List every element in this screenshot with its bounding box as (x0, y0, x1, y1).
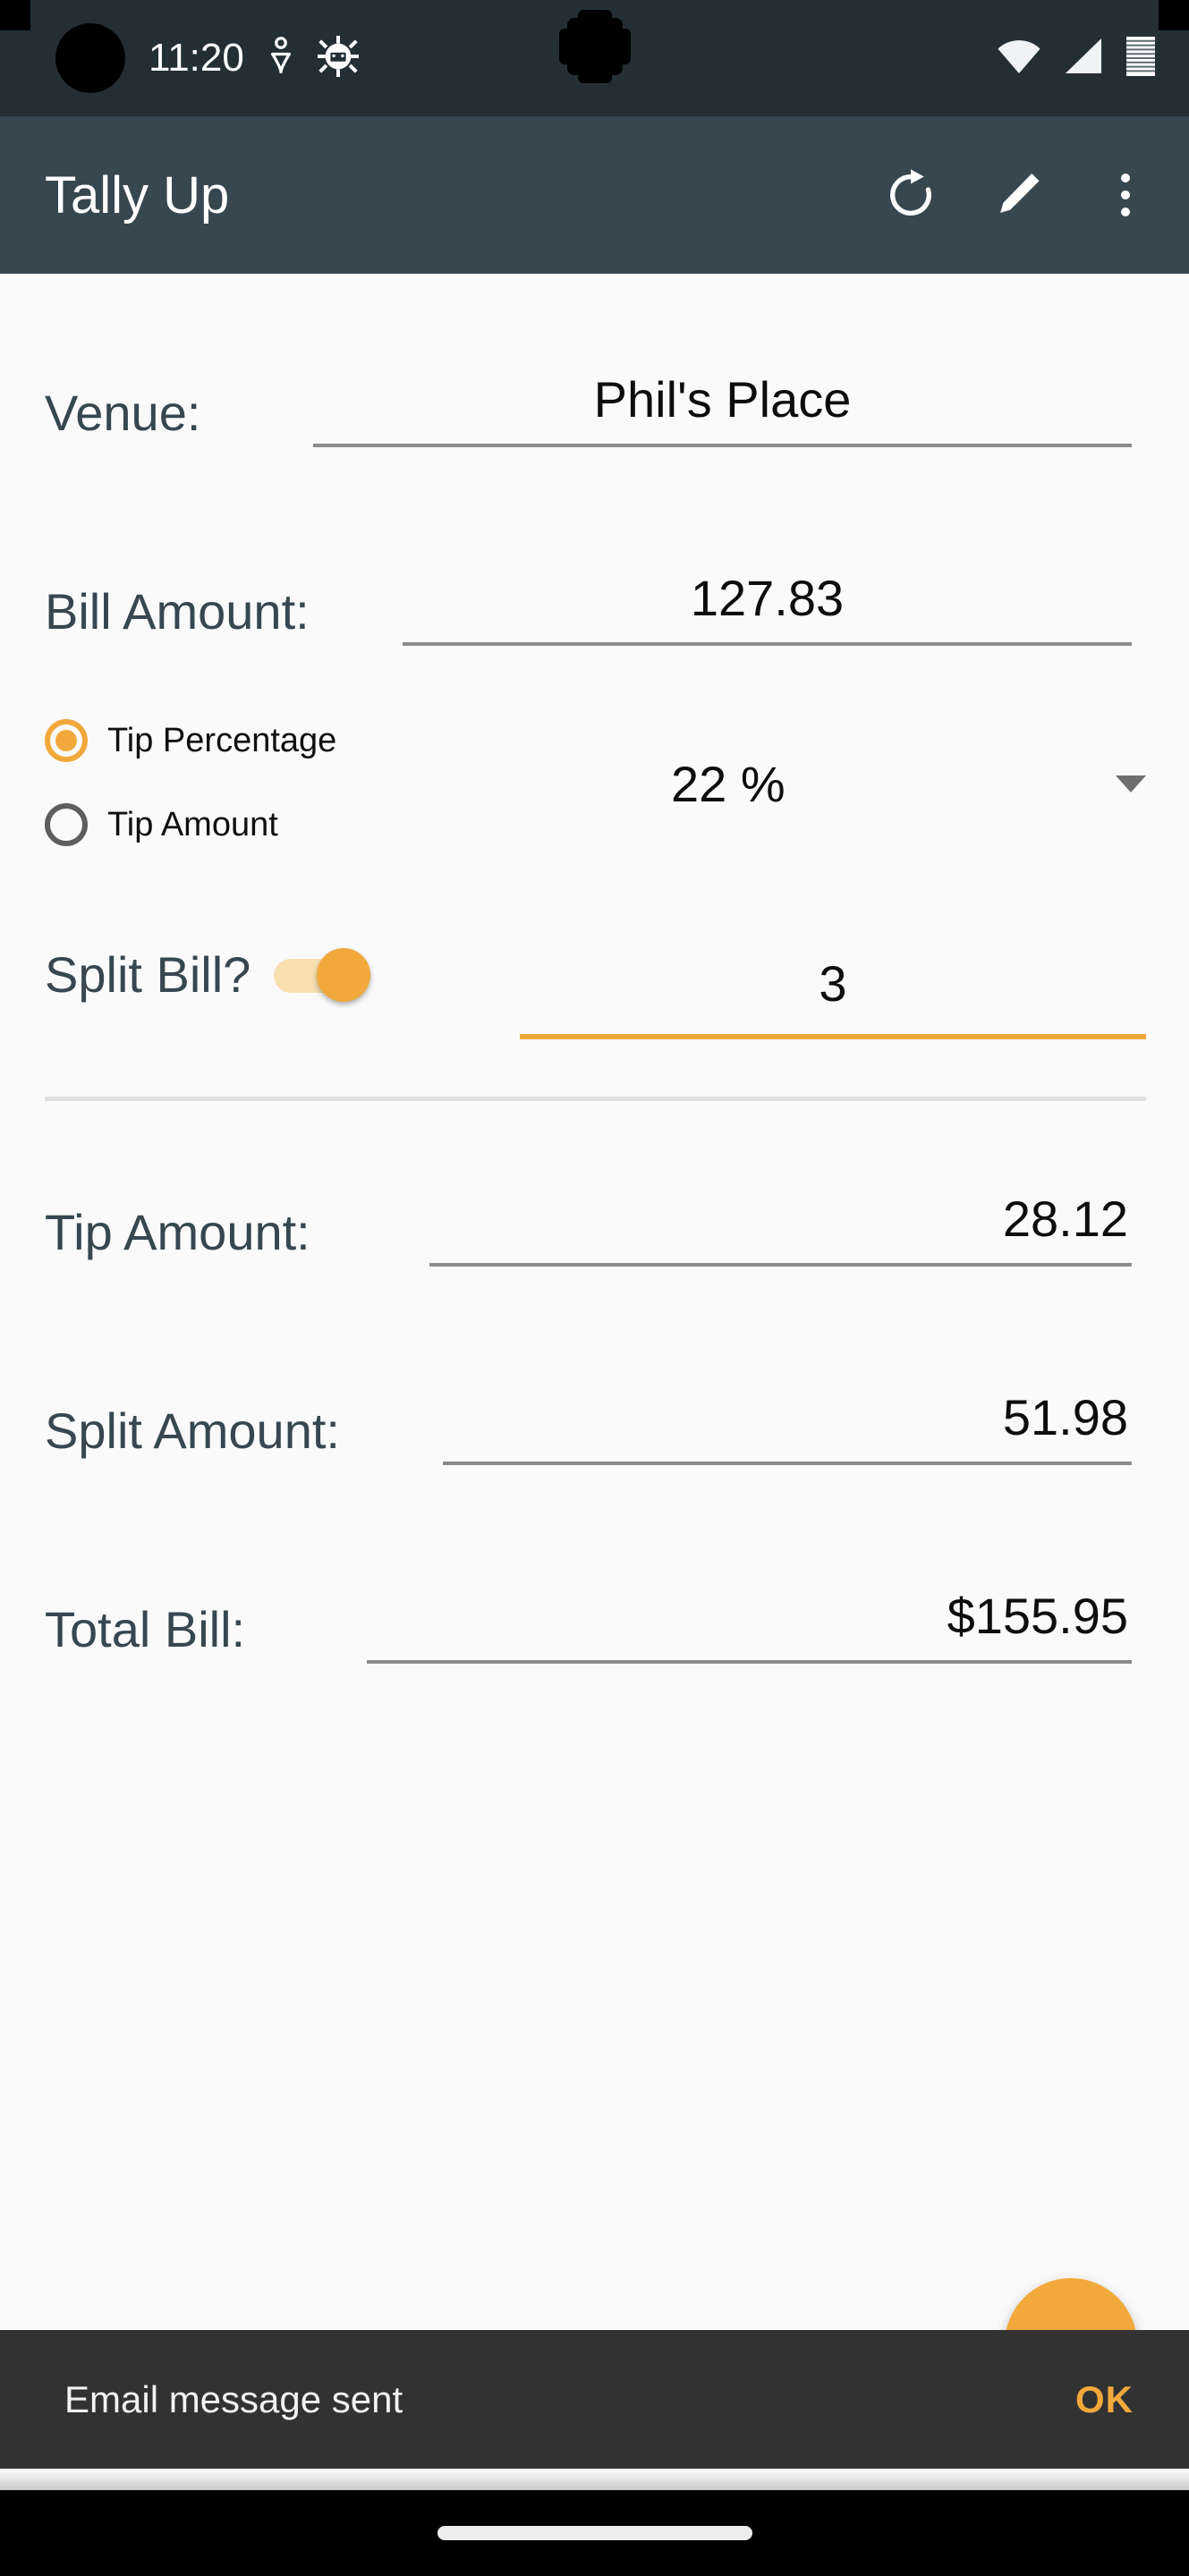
venue-field[interactable]: Phil's Place (313, 361, 1132, 447)
main-content: Venue: Phil's Place Bill Amount: 127.83 … (0, 274, 1189, 2576)
split-amount-result-row: Split Amount: 51.98 (0, 1367, 1189, 1465)
venue-row: Venue: Phil's Place (0, 349, 1189, 447)
cellular-signal-icon (1062, 37, 1105, 80)
front-camera-cutout (55, 23, 125, 93)
tip-mode-section: Tip Percentage Tip Amount 22 % (45, 719, 1146, 889)
radio-percentage-indicator[interactable] (45, 719, 88, 762)
battery-icon (1125, 35, 1157, 82)
tip-amount-result-label: Tip Amount: (45, 1204, 310, 1260)
split-bill-control: Split Bill? (45, 946, 371, 1003)
kebab-dot (1121, 191, 1130, 199)
venue-value[interactable]: Phil's Place (313, 375, 1132, 430)
tip-amount-result-row: Tip Amount: 28.12 (0, 1168, 1189, 1267)
edit-pencil-icon[interactable] (990, 167, 1046, 223)
section-divider (45, 1097, 1146, 1101)
phone-screen: 11:20 Tally Up Venue: Phil's Place Bill … (0, 0, 1189, 2576)
status-bar-system-icons (996, 35, 1157, 82)
tip-percentage-dropdown[interactable]: 22 % (671, 755, 1146, 813)
bill-amount-label: Bill Amount: (45, 583, 310, 640)
toggle-thumb (317, 948, 371, 1002)
split-amount-result-value: 51.98 (1002, 1389, 1128, 1445)
wifi-icon (996, 37, 1042, 80)
app-title: Tally Up (45, 165, 230, 225)
total-bill-result-label: Total Bill: (45, 1601, 246, 1657)
refresh-icon[interactable] (883, 167, 938, 223)
android-debug-icon (317, 35, 359, 81)
snackbar: Email message sent OK (0, 2330, 1189, 2469)
snackbar-message: Email message sent (64, 2377, 403, 2420)
app-bar: Tally Up (0, 116, 1189, 274)
snackbar-ok-button[interactable]: OK (1075, 2378, 1134, 2421)
bill-amount-field[interactable]: 127.83 (403, 560, 1132, 646)
screen-corner-top-left (0, 0, 30, 30)
tip-amount-result-value: 28.12 (1002, 1191, 1128, 1247)
tip-percentage-value: 22 % (671, 756, 786, 812)
radio-tip-percentage-label: Tip Percentage (107, 721, 337, 759)
chevron-down-icon[interactable] (1116, 775, 1146, 792)
bill-amount-row: Bill Amount: 127.83 (0, 547, 1189, 646)
overflow-menu-icon[interactable] (1098, 167, 1153, 223)
home-gesture-pill[interactable] (437, 2526, 752, 2540)
tip-amount-result-field: 28.12 (429, 1181, 1132, 1267)
split-count-value[interactable]: 3 (520, 959, 1146, 1014)
kebab-dot (1121, 208, 1130, 216)
nav-bar-shade (0, 2469, 1189, 2490)
split-bill-label: Split Bill? (45, 946, 251, 1003)
radio-amount-indicator[interactable] (45, 803, 88, 846)
radio-tip-percentage[interactable]: Tip Percentage (45, 719, 510, 762)
location-icon (268, 36, 294, 81)
status-bar-clock: 11:20 (149, 36, 244, 80)
venue-label: Venue: (45, 385, 201, 441)
split-bill-toggle[interactable] (274, 948, 371, 1002)
total-bill-result-field: $155.95 (367, 1578, 1132, 1664)
screen-corner-top-right (1159, 0, 1189, 30)
status-bar-notification-icons (268, 35, 359, 81)
radio-tip-amount[interactable]: Tip Amount (45, 803, 510, 846)
camera-notch (558, 10, 631, 83)
tip-mode-radio-group: Tip Percentage Tip Amount (45, 719, 510, 846)
split-amount-result-field: 51.98 (443, 1379, 1132, 1465)
split-bill-row: Split Bill? 3 (0, 939, 1189, 1064)
total-bill-result-value: $155.95 (947, 1588, 1128, 1644)
split-amount-result-label: Split Amount: (45, 1402, 340, 1459)
app-bar-actions (883, 167, 1153, 223)
status-bar: 11:20 (0, 0, 1189, 116)
radio-tip-amount-label: Tip Amount (107, 805, 278, 843)
kebab-dot (1121, 174, 1130, 182)
system-navigation-bar (0, 2490, 1189, 2576)
split-count-field[interactable]: 3 (520, 939, 1146, 1039)
total-bill-result-row: Total Bill: $155.95 (0, 1565, 1189, 1664)
bill-amount-value[interactable]: 127.83 (403, 573, 1132, 629)
